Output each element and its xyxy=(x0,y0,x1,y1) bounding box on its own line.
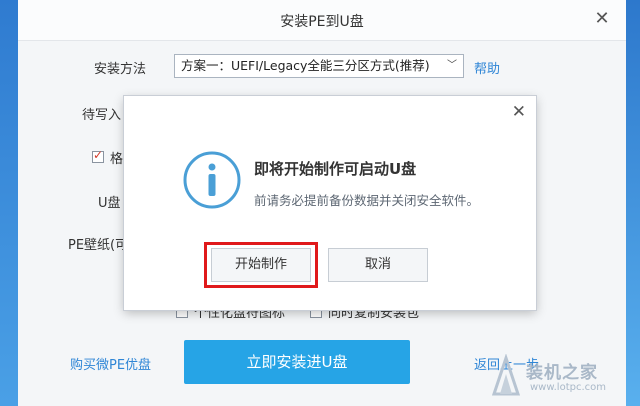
format-checkbox-label: 格 xyxy=(110,152,124,167)
window-close-icon[interactable]: ✕ xyxy=(592,9,612,29)
desktop-background-right xyxy=(626,0,640,406)
title-bar: 安装PE到U盘 ✕ xyxy=(18,0,626,41)
udisk-label: U盘 xyxy=(98,196,121,211)
pe-wallpaper-label: PE壁纸(可 xyxy=(68,238,129,253)
info-icon xyxy=(183,151,241,209)
format-checkbox[interactable] xyxy=(92,148,104,163)
cancel-button[interactable]: 取消 xyxy=(328,248,428,282)
help-link[interactable]: 帮助 xyxy=(474,58,500,77)
watermark: 装机之家 www.lotpc.com xyxy=(486,352,640,402)
confirm-dialog: ✕ 即将开始制作可启动U盘 前请务必提前备份数据并关闭安全软件。 开始制作 取消 xyxy=(124,96,536,310)
install-method-value: 方案一：UEFI/Legacy全能三分区方式(推荐) xyxy=(181,58,430,73)
window-title: 安装PE到U盘 xyxy=(280,14,364,30)
installer-window: 安装PE到U盘 ✕ 安装方法 方案一：UEFI/Legacy全能三分区方式(推荐… xyxy=(18,0,626,406)
buy-usb-link[interactable]: 购买微PE优盘 xyxy=(70,354,151,373)
dialog-subtitle: 前请务必提前备份数据并关闭安全软件。 xyxy=(254,193,480,208)
write-target-label: 待写入 xyxy=(82,108,122,123)
install-to-usb-button[interactable]: 立即安装进U盘 xyxy=(184,340,410,384)
install-method-select[interactable]: 方案一：UEFI/Legacy全能三分区方式(推荐) ﹀ xyxy=(174,54,464,78)
chevron-down-icon: ﹀ xyxy=(447,60,457,71)
dialog-title: 即将开始制作可启动U盘 xyxy=(254,160,417,178)
highlight-box xyxy=(204,242,318,288)
dialog-close-icon[interactable]: ✕ xyxy=(512,102,526,122)
watermark-logo-icon xyxy=(491,354,521,396)
desktop-background-left xyxy=(0,0,18,406)
install-method-label: 安装方法 xyxy=(94,62,147,77)
watermark-url: www.lotpc.com xyxy=(530,382,606,393)
watermark-text: 装机之家 xyxy=(526,363,598,383)
